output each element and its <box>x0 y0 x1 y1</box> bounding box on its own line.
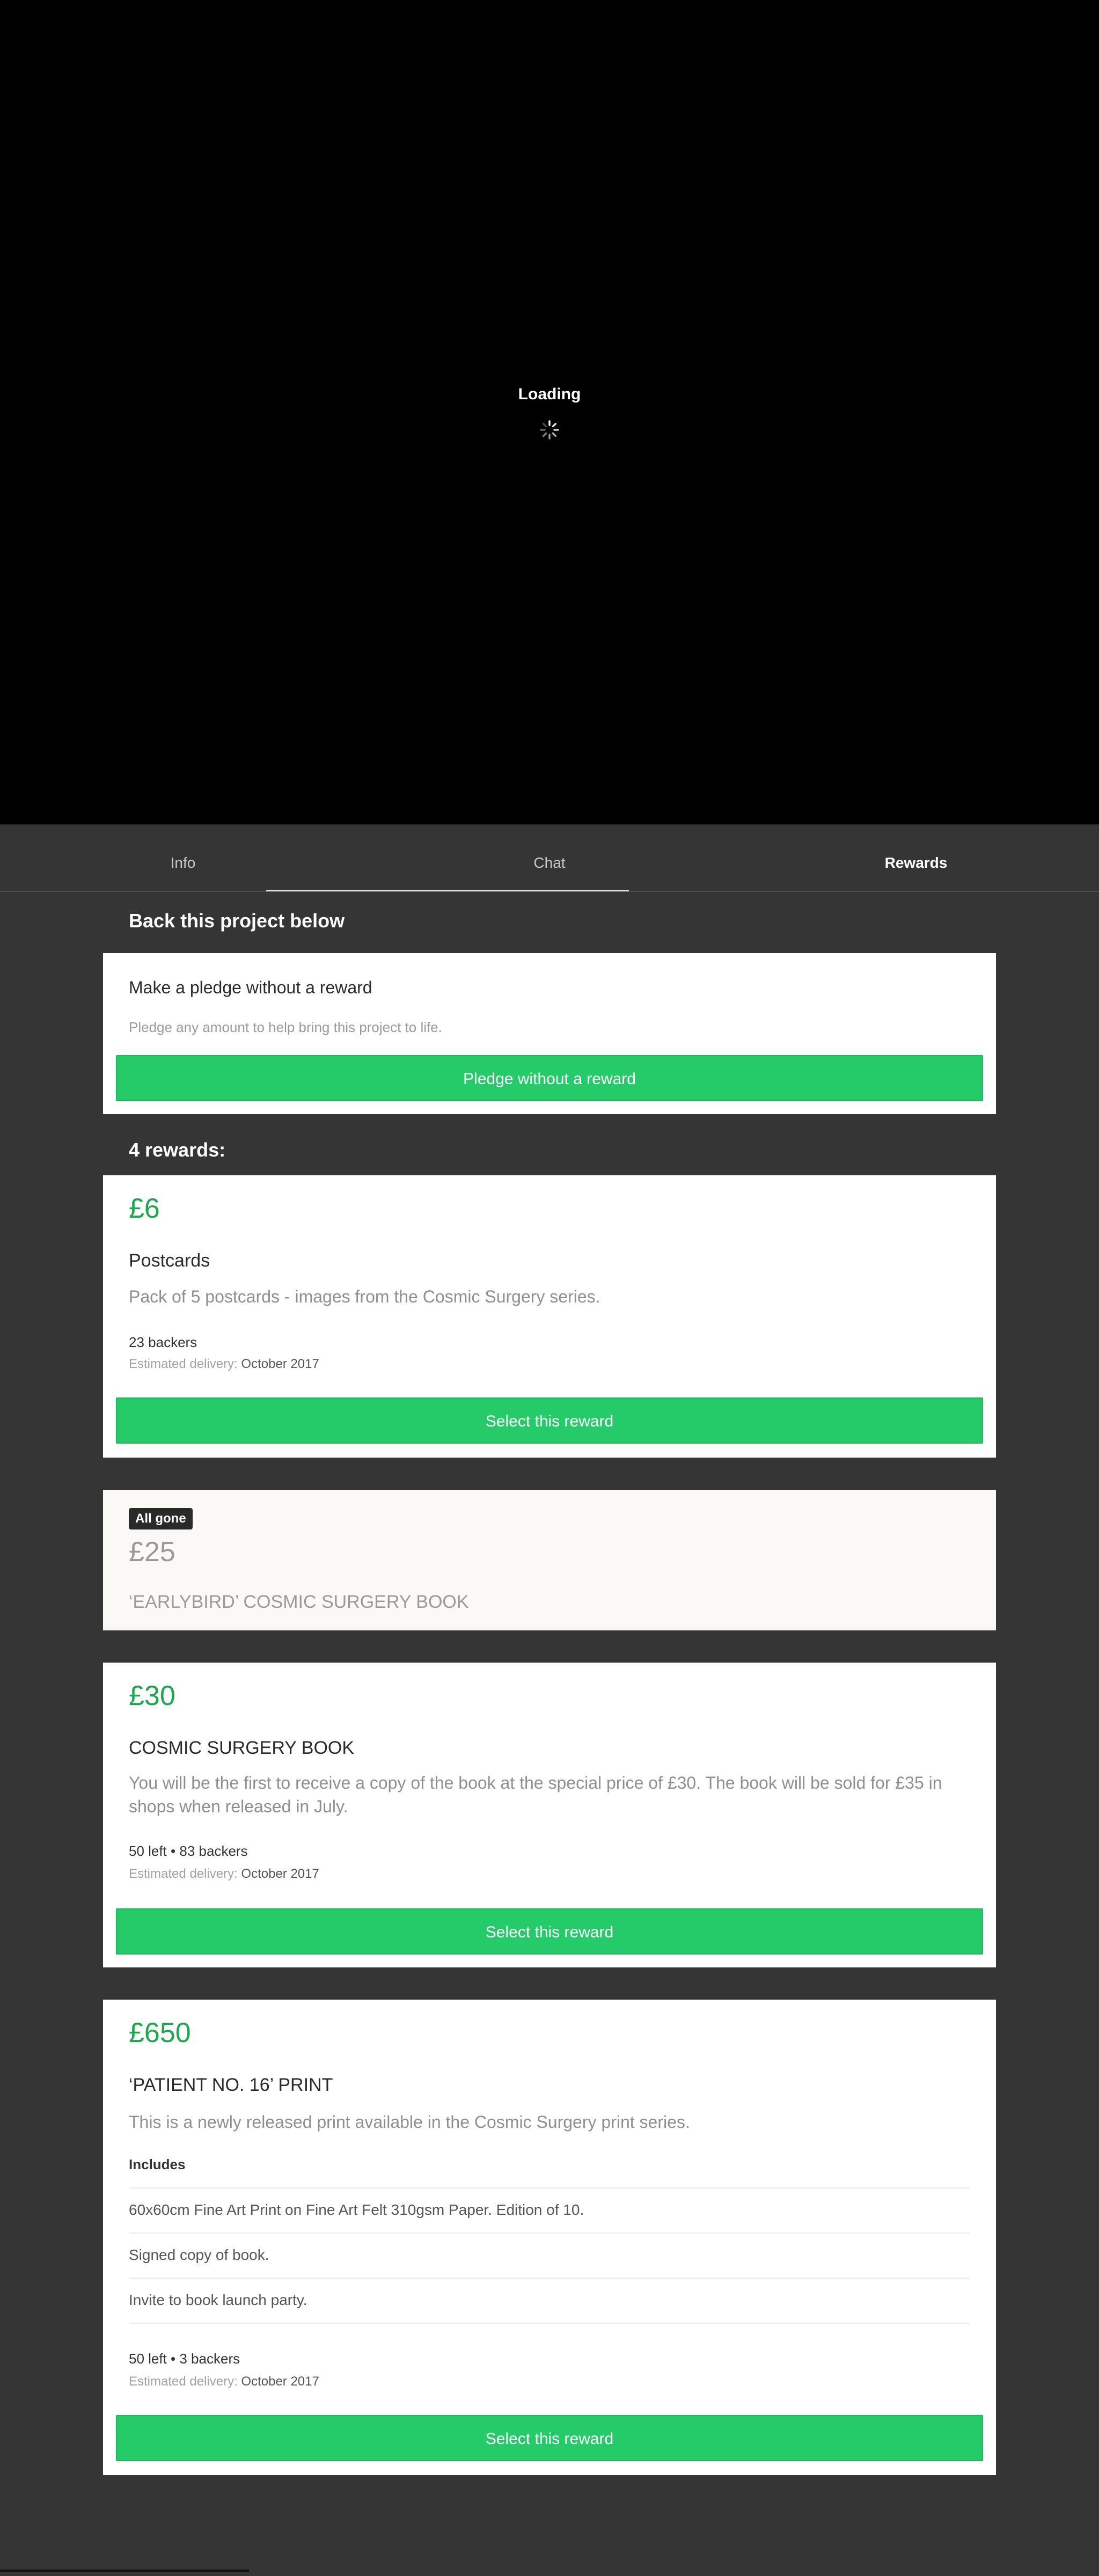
reward-price: £25 <box>129 1536 175 1568</box>
include-item: 60x60cm Fine Art Print on Fine Art Felt … <box>129 2187 970 2233</box>
select-reward-button[interactable]: Select this reward <box>116 1397 983 1444</box>
delivery-label: Estimated delivery: <box>129 2374 238 2389</box>
reward-title: Postcards <box>129 1250 210 1271</box>
reward-stats: 50 left • 83 backers <box>129 1843 248 1859</box>
reward-card-gone: All gone £25 ‘EARLYBIRD’ COSMIC SURGERY … <box>103 1490 996 1630</box>
reward-price: £650 <box>129 2017 191 2048</box>
back-project-heading: Back this project below <box>129 910 345 932</box>
loading-label: Loading <box>518 385 581 403</box>
reward-title: ‘EARLYBIRD’ COSMIC SURGERY BOOK <box>129 1592 469 1612</box>
no-reward-card: Make a pledge without a reward Pledge an… <box>103 953 996 1114</box>
select-reward-button[interactable]: Select this reward <box>116 2415 983 2461</box>
reward-price: £30 <box>129 1680 175 1711</box>
tab-indicator <box>266 890 629 891</box>
pledge-without-reward-button[interactable]: Pledge without a reward <box>116 1055 983 1101</box>
loading-spinner-icon <box>540 420 559 440</box>
reward-delivery: Estimated delivery: October 2017 <box>129 1867 319 1882</box>
reward-card[interactable]: £650 ‘PATIENT NO. 16’ PRINT This is a ne… <box>103 2000 996 2475</box>
all-gone-badge: All gone <box>129 1508 193 1529</box>
rewards-count-heading: 4 rewards: <box>129 1139 226 1161</box>
reward-stats: 23 backers <box>129 1334 197 1350</box>
delivery-value: October 2017 <box>241 1357 319 1371</box>
delivery-label: Estimated delivery: <box>129 1867 238 1881</box>
scroll-indicator <box>0 2570 249 2572</box>
video-player[interactable]: Loading <box>0 0 1099 824</box>
reward-price: £6 <box>129 1193 160 1224</box>
reward-title: ‘PATIENT NO. 16’ PRINT <box>129 2075 333 2095</box>
delivery-label: Estimated delivery: <box>129 1357 238 1371</box>
reward-description: You will be the first to receive a copy … <box>129 1773 942 1816</box>
includes-divider <box>129 2323 970 2324</box>
reward-delivery: Estimated delivery: October 2017 <box>129 2374 319 2389</box>
reward-card[interactable]: £30 COSMIC SURGERY BOOK You will be the … <box>103 1663 996 1967</box>
reward-description: Pack of 5 postcards - images from the Co… <box>129 1287 600 1306</box>
include-item: Signed copy of book. <box>129 2233 970 2278</box>
delivery-value: October 2017 <box>241 2374 319 2389</box>
reward-card[interactable]: £6 Postcards Pack of 5 postcards - image… <box>103 1175 996 1458</box>
delivery-value: October 2017 <box>241 1867 319 1881</box>
include-item: Invite to book launch party. <box>129 2278 970 2323</box>
reward-description: This is a newly released print available… <box>129 2112 690 2132</box>
no-reward-title: Make a pledge without a reward <box>129 978 372 997</box>
tab-bar: Info Chat Rewards <box>0 824 1099 892</box>
no-reward-description: Pledge any amount to help bring this pro… <box>129 1019 442 1035</box>
reward-delivery: Estimated delivery: October 2017 <box>129 1357 319 1372</box>
select-reward-button[interactable]: Select this reward <box>116 1908 983 1955</box>
includes-label: Includes <box>129 2156 186 2172</box>
reward-stats: 50 left • 3 backers <box>129 2351 240 2367</box>
tab-rewards[interactable]: Rewards <box>733 825 1099 892</box>
reward-title: COSMIC SURGERY BOOK <box>129 1738 355 1758</box>
